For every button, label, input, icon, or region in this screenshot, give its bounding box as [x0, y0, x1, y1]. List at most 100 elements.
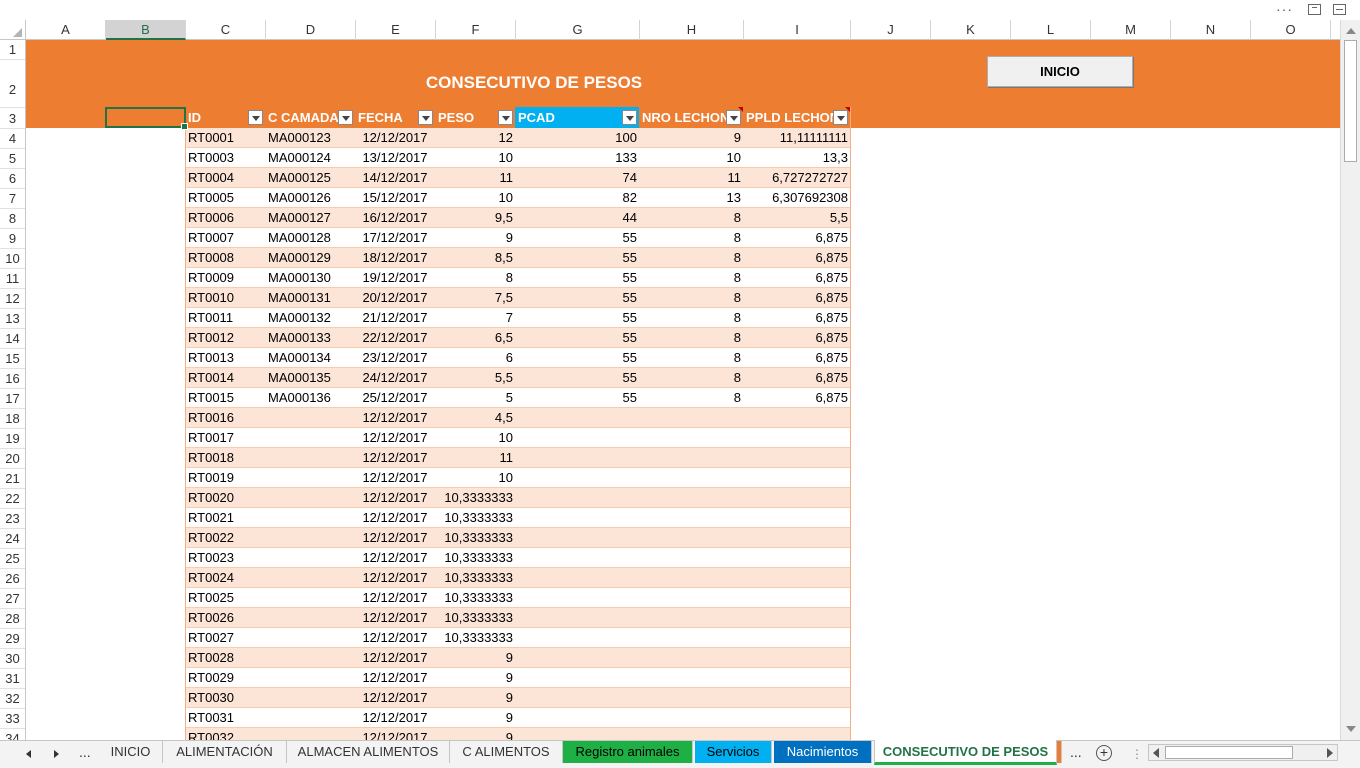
- table-cell[interactable]: [743, 708, 850, 728]
- row-header[interactable]: 23: [0, 509, 25, 529]
- row-header[interactable]: 29: [0, 629, 25, 649]
- row-header[interactable]: 8: [0, 209, 25, 229]
- table-cell[interactable]: 6: [435, 348, 515, 368]
- table-cell[interactable]: 12/12/2017: [355, 488, 435, 508]
- table-cell[interactable]: [639, 428, 743, 448]
- table-cell[interactable]: MA000126: [265, 188, 355, 208]
- hidden-tab-stub[interactable]: [1057, 741, 1062, 763]
- tabs-more-right[interactable]: ...: [1070, 744, 1082, 760]
- tab-scroll-right-icon[interactable]: [52, 748, 62, 760]
- table-cell[interactable]: 9: [435, 688, 515, 708]
- table-cell[interactable]: 55: [515, 268, 639, 288]
- tab-scroll-left-icon[interactable]: [24, 748, 34, 760]
- table-cell[interactable]: [515, 688, 639, 708]
- table-cell[interactable]: 12/12/2017: [355, 568, 435, 588]
- table-cell[interactable]: 5,5: [435, 368, 515, 388]
- table-cell[interactable]: [515, 428, 639, 448]
- table-row[interactable]: RT0012 MA000133 22/12/2017 6,5 55 8 6,875: [185, 328, 850, 348]
- table-cell[interactable]: 6,875: [743, 288, 850, 308]
- table-cell[interactable]: 13/12/2017: [355, 148, 435, 168]
- table-cell[interactable]: 6,307692308: [743, 188, 850, 208]
- table-cell[interactable]: [743, 548, 850, 568]
- row-header[interactable]: 25: [0, 549, 25, 569]
- table-cell[interactable]: 15/12/2017: [355, 188, 435, 208]
- row-header[interactable]: 2: [0, 60, 25, 108]
- table-cell[interactable]: 10: [435, 428, 515, 448]
- table-cell[interactable]: [265, 588, 355, 608]
- horizontal-scrollbar[interactable]: [1148, 744, 1338, 761]
- filter-dropdown-icon[interactable]: [338, 110, 353, 125]
- table-cell[interactable]: [515, 468, 639, 488]
- scroll-left-icon[interactable]: [1153, 748, 1159, 758]
- table-cell[interactable]: MA000124: [265, 148, 355, 168]
- table-cell[interactable]: 8: [639, 228, 743, 248]
- table-cell[interactable]: [265, 708, 355, 728]
- table-cell[interactable]: RT0022: [185, 528, 265, 548]
- table-cell[interactable]: 55: [515, 388, 639, 408]
- table-cell[interactable]: 12/12/2017: [355, 528, 435, 548]
- table-cell[interactable]: [515, 548, 639, 568]
- table-cell[interactable]: RT0007: [185, 228, 265, 248]
- table-cell[interactable]: [743, 628, 850, 648]
- table-cell[interactable]: 55: [515, 328, 639, 348]
- column-header[interactable]: D: [266, 20, 356, 40]
- table-row[interactable]: RT0020 12/12/2017 10,3333333: [185, 488, 850, 508]
- table-cell[interactable]: 10,3333333: [435, 588, 515, 608]
- table-cell[interactable]: RT0013: [185, 348, 265, 368]
- table-cell[interactable]: 74: [515, 168, 639, 188]
- table-row[interactable]: RT0016 12/12/2017 4,5: [185, 408, 850, 428]
- table-cell[interactable]: 10,3333333: [435, 568, 515, 588]
- table-row[interactable]: RT0014 MA000135 24/12/2017 5,5 55 8 6,875: [185, 368, 850, 388]
- column-header[interactable]: A: [26, 20, 106, 40]
- table-cell[interactable]: RT0018: [185, 448, 265, 468]
- row-header[interactable]: 30: [0, 649, 25, 669]
- table-cell[interactable]: [265, 688, 355, 708]
- filter-dropdown-icon[interactable]: [418, 110, 433, 125]
- table-row[interactable]: RT0029 12/12/2017 9: [185, 668, 850, 688]
- table-row[interactable]: RT0025 12/12/2017 10,3333333: [185, 588, 850, 608]
- table-cell[interactable]: 9: [435, 648, 515, 668]
- table-cell[interactable]: MA000133: [265, 328, 355, 348]
- table-row[interactable]: RT0026 12/12/2017 10,3333333: [185, 608, 850, 628]
- vertical-scroll-thumb[interactable]: [1344, 40, 1357, 162]
- table-cell[interactable]: 7,5: [435, 288, 515, 308]
- table-cell[interactable]: 16/12/2017: [355, 208, 435, 228]
- table-row[interactable]: RT0022 12/12/2017 10,3333333: [185, 528, 850, 548]
- add-sheet-icon[interactable]: +: [1096, 745, 1112, 761]
- table-cell[interactable]: RT0024: [185, 568, 265, 588]
- row-header[interactable]: 18: [0, 409, 25, 429]
- row-header[interactable]: 11: [0, 269, 25, 289]
- table-cell[interactable]: [639, 728, 743, 740]
- table-cell[interactable]: 12/12/2017: [355, 508, 435, 528]
- table-cell[interactable]: [515, 568, 639, 588]
- table-cell[interactable]: [265, 668, 355, 688]
- horizontal-scroll-thumb[interactable]: [1165, 746, 1293, 759]
- scroll-down-icon[interactable]: [1346, 726, 1356, 732]
- table-cell[interactable]: 11: [435, 448, 515, 468]
- table-cell[interactable]: [265, 448, 355, 468]
- column-header[interactable]: F: [436, 20, 516, 40]
- table-cell[interactable]: 5,5: [743, 208, 850, 228]
- table-cell[interactable]: MA000131: [265, 288, 355, 308]
- row-header[interactable]: 15: [0, 349, 25, 369]
- table-row[interactable]: RT0005 MA000126 15/12/2017 10 82 13 6,30769230…: [185, 188, 850, 208]
- sheet-tab[interactable]: ALIMENTACIÓN: [163, 741, 287, 763]
- table-cell[interactable]: [743, 608, 850, 628]
- table-cell[interactable]: 6,5: [435, 328, 515, 348]
- more-options-icon[interactable]: ···: [1276, 1, 1293, 17]
- table-cell[interactable]: [639, 668, 743, 688]
- table-cell[interactable]: 10: [435, 148, 515, 168]
- table-cell[interactable]: MA000130: [265, 268, 355, 288]
- column-header[interactable]: G: [516, 20, 640, 40]
- table-cell[interactable]: 6,875: [743, 388, 850, 408]
- table-cell[interactable]: 9: [435, 708, 515, 728]
- table-cell[interactable]: [639, 628, 743, 648]
- table-cell[interactable]: 10,3333333: [435, 508, 515, 528]
- table-cell[interactable]: MA000127: [265, 208, 355, 228]
- table-cell[interactable]: RT0030: [185, 688, 265, 708]
- table-cell[interactable]: RT0019: [185, 468, 265, 488]
- minimize-icon[interactable]: [1333, 4, 1346, 15]
- row-header[interactable]: 19: [0, 429, 25, 449]
- row-header[interactable]: 22: [0, 489, 25, 509]
- table-cell[interactable]: 10,3333333: [435, 488, 515, 508]
